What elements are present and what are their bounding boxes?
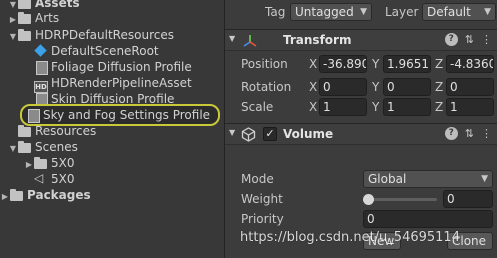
folder-icon	[18, 12, 32, 24]
axis-x-label: X	[309, 80, 318, 94]
more-options-icon[interactable]: ⋮	[481, 127, 492, 140]
weight-slider-thumb[interactable]	[363, 194, 374, 205]
folder-icon	[18, 125, 32, 137]
axis-x-label: X	[309, 100, 318, 114]
tree-item-hdrpdefaultresources[interactable]: ▼ HDRPDefaultResources	[8, 27, 174, 44]
axis-y-label: Y	[372, 100, 380, 114]
axis-z-label: Z	[435, 80, 444, 94]
asset-icon	[34, 61, 48, 75]
tree-item-arts[interactable]: ▶ Arts	[8, 10, 59, 27]
more-options-icon[interactable]: ⋮	[481, 33, 492, 46]
axis-z-label: Z	[435, 100, 444, 114]
weight-label: Weight	[241, 192, 283, 206]
volume-header[interactable]: ▼ ✓ Volume ? ⇅ ⋮	[225, 123, 497, 145]
tree-item-packages[interactable]: ▶ Packages	[0, 187, 91, 204]
scale-x-field[interactable]: 1	[319, 98, 367, 116]
weight-field[interactable]: 0	[443, 190, 493, 208]
expanded-arrow-icon[interactable]: ▼	[8, 28, 18, 45]
position-y-field[interactable]: 1.96517	[383, 55, 431, 73]
transform-title: Transform	[283, 33, 352, 47]
weight-slider-track[interactable]	[367, 198, 437, 201]
scene-icon	[34, 170, 48, 187]
tag-layer-row: Tag Untagged ▼ Layer Default ▼	[225, 0, 497, 26]
tree-item-resources[interactable]: Resources	[8, 123, 96, 140]
position-label: Position	[241, 57, 288, 71]
help-icon[interactable]: ?	[444, 33, 458, 46]
folder-icon	[34, 157, 48, 169]
tree-item-foliage-diffusion-profile[interactable]: Foliage Diffusion Profile	[24, 59, 192, 76]
tag-label: Tag	[265, 5, 286, 19]
mode-label: Mode	[241, 172, 274, 186]
help-icon[interactable]: ?	[444, 127, 458, 140]
prefab-cube-icon	[34, 45, 48, 57]
tag-dropdown[interactable]: Untagged ▼	[290, 3, 372, 21]
chevron-down-icon: ▼	[484, 7, 491, 17]
position-x-field[interactable]: -36.890	[319, 55, 367, 73]
collapsed-arrow-icon[interactable]: ▶	[8, 11, 18, 28]
tree-item-5x0-folder[interactable]: ▶ 5X0	[24, 155, 75, 172]
rotation-z-field[interactable]: 0	[446, 78, 494, 96]
rotation-label: Rotation	[241, 80, 292, 94]
rotation-x-field[interactable]: 0	[319, 78, 367, 96]
tree-item-defaultsceneroot[interactable]: DefaultSceneRoot	[24, 43, 159, 60]
preset-sliders-icon[interactable]: ⇅	[465, 127, 474, 140]
project-panel: ▼ Assets ▶ Arts ▼ HDRPDefaultResources Defa…	[0, 0, 222, 258]
fold-arrow-icon[interactable]: ▼	[229, 128, 235, 137]
collapsed-arrow-icon[interactable]: ▶	[0, 188, 10, 205]
folder-icon	[18, 0, 32, 9]
layer-dropdown[interactable]: Default ▼	[422, 3, 496, 21]
transform-header[interactable]: ▼ Transform ? ⇅ ⋮	[225, 29, 497, 51]
position-z-field[interactable]: -4.8360	[446, 55, 494, 73]
axis-y-label: Y	[372, 80, 380, 94]
rotation-y-field[interactable]: 0	[383, 78, 431, 96]
preset-sliders-icon[interactable]: ⇅	[465, 33, 474, 46]
priority-field[interactable]: 0	[363, 210, 493, 228]
volume-cube-icon	[241, 127, 256, 142]
folder-icon	[10, 189, 24, 201]
mode-dropdown[interactable]: Global ▼	[363, 170, 493, 188]
folder-icon	[18, 29, 32, 41]
transform-icon	[243, 35, 257, 47]
axis-x-label: X	[309, 57, 318, 71]
chevron-down-icon: ▼	[481, 174, 488, 184]
tree-item-scenes[interactable]: ▼ Scenes	[8, 139, 78, 156]
folder-icon	[18, 141, 32, 153]
layer-label: Layer	[385, 5, 419, 19]
chevron-down-icon: ▼	[360, 7, 367, 17]
tree-item-5x0-scene[interactable]: 5X0	[24, 170, 75, 188]
scale-z-field[interactable]: 1	[446, 98, 494, 116]
tree-item-hdrenderpipelineasset[interactable]: HD HDRenderPipelineAsset	[24, 75, 192, 93]
scale-label: Scale	[241, 100, 274, 114]
axis-z-label: Z	[435, 57, 444, 71]
volume-title: Volume	[283, 127, 334, 141]
asset-icon	[26, 109, 40, 123]
volume-enabled-checkbox[interactable]: ✓	[263, 127, 277, 141]
expanded-arrow-icon[interactable]: ▼	[8, 140, 18, 157]
axis-y-label: Y	[372, 57, 380, 71]
inspector-panel: Tag Untagged ▼ Layer Default ▼ ▼ Transform…	[224, 0, 497, 258]
priority-label: Priority	[241, 212, 284, 226]
scale-y-field[interactable]: 1	[383, 98, 431, 116]
fold-arrow-icon[interactable]: ▼	[229, 34, 235, 43]
watermark-text: https://blog.csdn.net/u_54695114	[240, 230, 460, 245]
